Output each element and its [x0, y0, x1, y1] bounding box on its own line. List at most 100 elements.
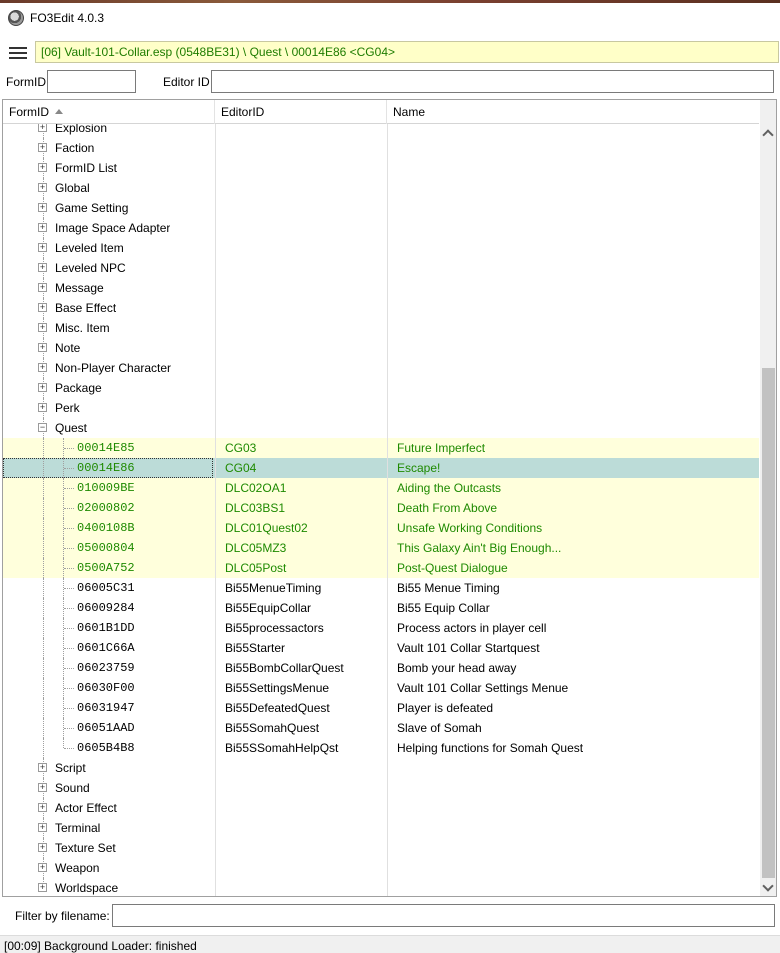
table-row[interactable]: 05000804 DLC05MZ3 This Galaxy Ain't Big En…	[3, 538, 759, 558]
table-row[interactable]: 0601B1DD Bi55processactors Process actors …	[3, 618, 759, 638]
tree-group-row[interactable]: + Leveled Item	[3, 238, 759, 258]
formid-text: 06009284	[77, 601, 135, 615]
collapse-icon[interactable]: −	[38, 423, 47, 432]
column-divider	[215, 418, 216, 438]
expand-icon[interactable]: +	[38, 403, 47, 412]
grid-rows-inner: + Explosion + Faction + FormID List + Global + Ga…	[3, 124, 759, 896]
cell-editorid: Bi55SSomahHelpQst	[225, 741, 339, 755]
tree-group-row[interactable]: + Game Setting	[3, 198, 759, 218]
tree-group-row[interactable]: + Terminal	[3, 818, 759, 838]
tree-group-row[interactable]: + Misc. Item	[3, 318, 759, 338]
tree-group-row[interactable]: + Message	[3, 278, 759, 298]
column-divider	[215, 124, 216, 138]
filter-label: Filter by filename:	[15, 909, 110, 923]
formid-text: 0605B4B8	[77, 741, 135, 755]
expand-icon[interactable]: +	[38, 243, 47, 252]
expand-icon[interactable]: +	[38, 843, 47, 852]
table-row[interactable]: 0500A752 DLC05Post Post-Quest Dialogue	[3, 558, 759, 578]
column-divider	[215, 238, 216, 258]
tree-group-row[interactable]: + Faction	[3, 138, 759, 158]
expand-icon[interactable]: +	[38, 143, 47, 152]
scroll-down-icon[interactable]	[760, 879, 776, 896]
tree-group-row[interactable]: − Quest	[3, 418, 759, 438]
scroll-thumb[interactable]	[762, 368, 775, 878]
vertical-scrollbar[interactable]	[760, 100, 776, 896]
table-row[interactable]: 06005C31 Bi55MenueTiming Bi55 Menue Timing	[3, 578, 759, 598]
table-row[interactable]: 02000802 DLC03BS1 Death From Above	[3, 498, 759, 518]
expand-icon[interactable]: +	[38, 383, 47, 392]
record-tree-grid[interactable]: FormID EditorID Name + Explosion + Faction +…	[2, 99, 777, 897]
column-divider	[215, 178, 216, 198]
tree-group-row[interactable]: + Non-Player Character	[3, 358, 759, 378]
tree-group-row[interactable]: + Worldspace	[3, 878, 759, 896]
expand-icon[interactable]: +	[38, 343, 47, 352]
table-row[interactable]: 06009284 Bi55EquipCollar Bi55 Equip Collar	[3, 598, 759, 618]
tree-group-row[interactable]: + Note	[3, 338, 759, 358]
expand-icon[interactable]: +	[38, 883, 47, 892]
tree-group-row[interactable]: + Base Effect	[3, 298, 759, 318]
tree-group-row[interactable]: + Actor Effect	[3, 798, 759, 818]
column-divider	[215, 858, 216, 878]
expand-icon[interactable]: +	[38, 323, 47, 332]
hamburger-menu-icon[interactable]	[6, 44, 30, 62]
cell-formid: 05000804	[3, 538, 213, 558]
tree-group-row[interactable]: + Perk	[3, 398, 759, 418]
filter-row: Filter by filename:	[0, 904, 780, 928]
table-row[interactable]: 00014E86 CG04 Escape!	[3, 458, 759, 478]
expand-icon[interactable]: +	[38, 863, 47, 872]
table-row[interactable]: 0605B4B8 Bi55SSomahHelpQst Helping functio…	[3, 738, 759, 758]
expand-icon[interactable]: +	[38, 763, 47, 772]
cell-formid: 02000802	[3, 498, 213, 518]
column-divider	[387, 458, 388, 478]
tree-group-row[interactable]: + Script	[3, 758, 759, 778]
tree-group-row[interactable]: + Leveled NPC	[3, 258, 759, 278]
table-row[interactable]: 06030F00 Bi55SettingsMenue Vault 101 Colla…	[3, 678, 759, 698]
table-row[interactable]: 0601C66A Bi55Starter Vault 101 Collar Star…	[3, 638, 759, 658]
filter-input[interactable]	[112, 904, 775, 927]
tree-group-row[interactable]: + FormID List	[3, 158, 759, 178]
formid-text: 02000802	[77, 501, 135, 515]
formid-text: 05000804	[77, 541, 135, 555]
tree-group-row[interactable]: + Texture Set	[3, 838, 759, 858]
column-divider	[215, 618, 216, 638]
expand-icon[interactable]: +	[38, 124, 47, 132]
expand-icon[interactable]: +	[38, 263, 47, 272]
record-path: [06] Vault-101-Collar.esp (0548BE31) \ Q…	[35, 41, 779, 63]
expand-icon[interactable]: +	[38, 223, 47, 232]
expand-icon[interactable]: +	[38, 363, 47, 372]
tree-group-row[interactable]: + Image Space Adapter	[3, 218, 759, 238]
column-divider	[215, 758, 216, 778]
cell-editorid: DLC01Quest02	[225, 521, 308, 535]
table-row[interactable]: 06051AAD Bi55SomahQuest Slave of Somah	[3, 718, 759, 738]
expand-icon[interactable]: +	[38, 783, 47, 792]
expand-icon[interactable]: +	[38, 803, 47, 812]
tree-group-row[interactable]: + Weapon	[3, 858, 759, 878]
tree-group-row[interactable]: + Global	[3, 178, 759, 198]
tree-group-row[interactable]: + Explosion	[3, 124, 759, 138]
column-header-formid[interactable]: FormID	[3, 100, 215, 124]
formid-input[interactable]	[47, 70, 136, 93]
table-row[interactable]: 06031947 Bi55DefeatedQuest Player is defea…	[3, 698, 759, 718]
cell-formid: 0601C66A	[3, 638, 213, 658]
tree-group-row[interactable]: + Sound	[3, 778, 759, 798]
tree-group-label: Script	[55, 761, 86, 775]
expand-icon[interactable]: +	[38, 283, 47, 292]
table-row[interactable]: 0400108B DLC01Quest02 Unsafe Working Condi…	[3, 518, 759, 538]
expand-icon[interactable]: +	[38, 183, 47, 192]
expand-icon[interactable]: +	[38, 203, 47, 212]
expand-icon[interactable]: +	[38, 823, 47, 832]
scroll-up-icon[interactable]	[760, 124, 776, 141]
table-row[interactable]: 06023759 Bi55BombCollarQuest Bomb your hea…	[3, 658, 759, 678]
expand-icon[interactable]: +	[38, 163, 47, 172]
column-header-editorid[interactable]: EditorID	[215, 100, 387, 124]
column-divider	[215, 838, 216, 858]
tree-group-label: Quest	[55, 421, 88, 435]
table-row[interactable]: 010009BE DLC02OA1 Aiding the Outcasts	[3, 478, 759, 498]
tree-group-row[interactable]: + Package	[3, 378, 759, 398]
column-header-name[interactable]: Name	[387, 100, 759, 124]
expand-icon[interactable]: +	[38, 303, 47, 312]
column-divider	[387, 558, 388, 578]
table-row[interactable]: 00014E85 CG03 Future Imperfect	[3, 438, 759, 458]
cell-formid: 06031947	[3, 698, 213, 718]
editorid-input[interactable]	[211, 70, 774, 93]
